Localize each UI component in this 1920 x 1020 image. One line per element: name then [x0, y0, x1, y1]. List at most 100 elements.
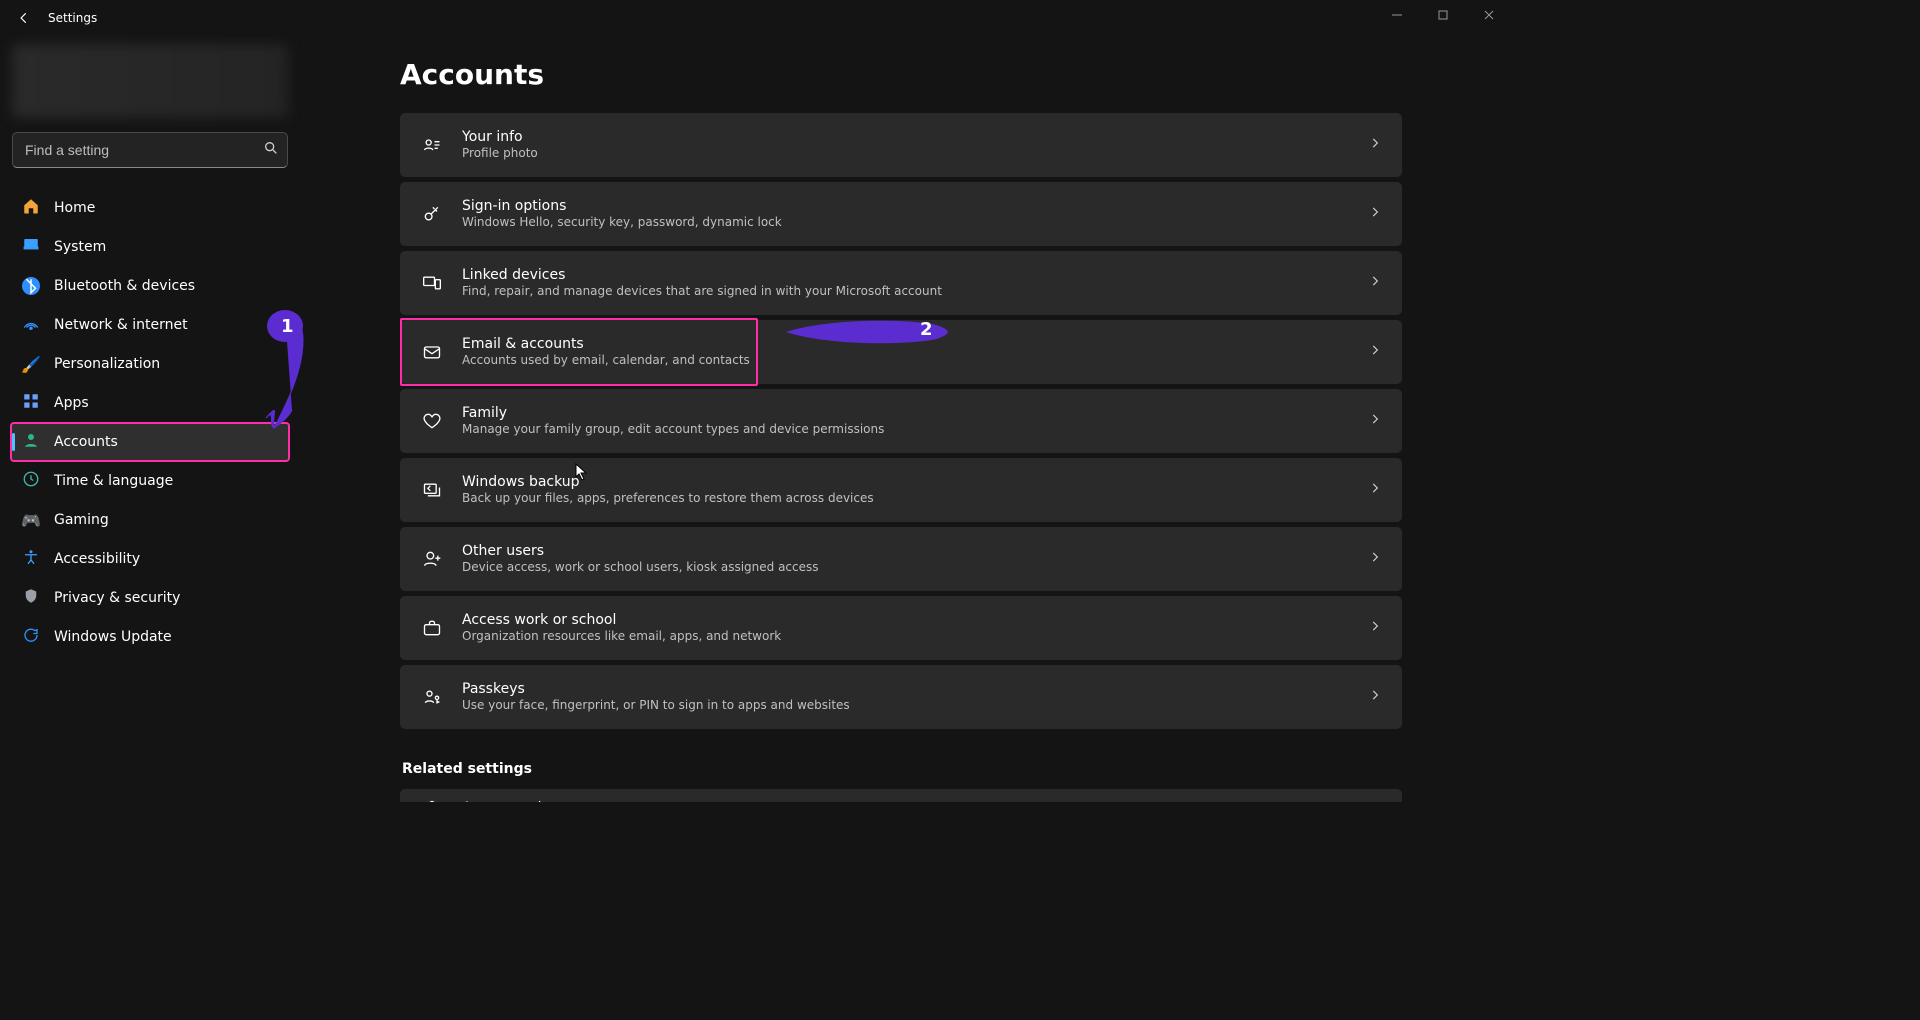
card-subtitle: Back up your files, apps, preferences to… — [462, 491, 874, 506]
nav-item-gaming[interactable]: 🎮 Gaming — [12, 502, 288, 538]
privacy-icon — [22, 589, 40, 607]
network-icon — [22, 316, 40, 334]
search-input[interactable] — [23, 141, 255, 159]
key-icon — [420, 202, 444, 226]
content-area: Accounts Your info Profile photo Sign-in… — [300, 36, 1512, 802]
gaming-icon: 🎮 — [22, 511, 40, 529]
nav-item-label: Accounts — [54, 434, 118, 450]
nav-item-label: Gaming — [54, 512, 109, 528]
nav-item-personalization[interactable]: 🖌️ Personalization — [12, 346, 288, 382]
card-subtitle: Profile photo — [462, 146, 538, 161]
card-subtitle: Organization resources like email, apps,… — [462, 629, 781, 644]
nav-item-accessibility[interactable]: Accessibility — [12, 541, 288, 577]
card-title: Sign-in options — [462, 198, 782, 216]
nav-item-label: Network & internet — [54, 317, 188, 333]
card-title: Windows backup — [462, 474, 874, 492]
backup-icon — [420, 478, 444, 502]
close-button[interactable] — [1466, 0, 1512, 30]
user-account-header[interactable] — [12, 44, 288, 118]
passkey-icon — [420, 685, 444, 709]
chevron-right-icon — [1368, 136, 1382, 154]
chevron-right-icon — [1368, 619, 1382, 637]
nav-item-apps[interactable]: Apps — [12, 385, 288, 421]
nav-item-label: Windows Update — [54, 629, 172, 645]
chevron-right-icon — [1368, 274, 1382, 292]
card-subtitle: Accounts used by email, calendar, and co… — [462, 353, 750, 368]
accessibility-icon — [22, 550, 40, 568]
card-title: Access work or school — [462, 612, 781, 630]
card-title: Passkeys — [462, 681, 850, 699]
card-work[interactable]: Access work or school Organization resou… — [400, 596, 1402, 660]
card-other[interactable]: Other users Device access, work or schoo… — [400, 527, 1402, 591]
nav-item-network[interactable]: Network & internet — [12, 307, 288, 343]
user-plus-icon — [420, 547, 444, 571]
card-subtitle: Find, repair, and manage devices that ar… — [462, 284, 942, 299]
nav-item-privacy[interactable]: Privacy & security — [12, 580, 288, 616]
nav-item-home[interactable]: Home — [12, 190, 288, 226]
devices-icon — [420, 271, 444, 295]
card-passkeys[interactable]: Passkeys Use your face, fingerprint, or … — [400, 665, 1402, 729]
nav-item-label: Bluetooth & devices — [54, 278, 195, 294]
card-email[interactable]: Email & accounts Accounts used by email,… — [400, 320, 1402, 384]
card-title: Email & accounts — [462, 336, 750, 354]
related-settings-heading: Related settings — [402, 761, 1402, 777]
chevron-right-icon — [1368, 412, 1382, 430]
card-backup[interactable]: Windows backup Back up your files, apps,… — [400, 458, 1402, 522]
briefcase-icon — [420, 616, 444, 640]
nav-item-label: Accessibility — [54, 551, 140, 567]
bluetooth-icon — [22, 277, 40, 295]
nav-item-label: Privacy & security — [54, 590, 180, 606]
card-subtitle: Use your face, fingerprint, or PIN to si… — [462, 698, 850, 713]
nav-item-update[interactable]: Windows Update — [12, 619, 288, 655]
card-account-privacy[interactable]: Account privacy — [400, 789, 1402, 802]
chevron-right-icon — [1368, 343, 1382, 361]
mail-icon — [420, 340, 444, 364]
nav-item-label: Personalization — [54, 356, 160, 372]
annotation-number-1: 1 — [281, 316, 294, 337]
card-signin[interactable]: Sign-in options Windows Hello, security … — [400, 182, 1402, 246]
chevron-right-icon — [1368, 550, 1382, 568]
nav-item-label: Time & language — [54, 473, 173, 489]
system-icon — [22, 238, 40, 256]
page-title: Accounts — [400, 58, 1402, 91]
card-title: Linked devices — [462, 267, 942, 285]
maximize-button[interactable] — [1420, 0, 1466, 30]
personalization-icon: 🖌️ — [22, 355, 40, 373]
nav-item-label: System — [54, 239, 106, 255]
card-title: Family — [462, 405, 884, 423]
external-link-icon — [1368, 800, 1382, 802]
chevron-right-icon — [1368, 688, 1382, 706]
accounts-icon — [22, 433, 40, 451]
titlebar: Settings — [0, 0, 1512, 36]
card-your-info[interactable]: Your info Profile photo — [400, 113, 1402, 177]
search-box[interactable] — [12, 132, 288, 168]
card-title: Your info — [462, 129, 538, 147]
minimize-button[interactable] — [1374, 0, 1420, 30]
card-subtitle: Manage your family group, edit account t… — [462, 422, 884, 437]
back-button[interactable] — [8, 2, 40, 34]
search-icon — [263, 140, 279, 160]
annotation-number-2: 2 — [920, 319, 933, 340]
chevron-right-icon — [1368, 481, 1382, 499]
card-linked[interactable]: Linked devices Find, repair, and manage … — [400, 251, 1402, 315]
nav-item-label: Apps — [54, 395, 89, 411]
nav-item-system[interactable]: System — [12, 229, 288, 265]
nav-item-time[interactable]: Time & language — [12, 463, 288, 499]
home-icon — [22, 199, 40, 217]
nav-list: Home System Bluetooth & devices Network … — [12, 190, 288, 655]
heart-icon — [420, 409, 444, 433]
card-title: Account privacy — [462, 800, 574, 802]
card-title: Other users — [462, 543, 819, 561]
nav-item-bluetooth[interactable]: Bluetooth & devices — [12, 268, 288, 304]
user-card-icon — [420, 133, 444, 157]
update-icon — [22, 628, 40, 646]
card-subtitle: Device access, work or school users, kio… — [462, 560, 819, 575]
card-subtitle: Windows Hello, security key, password, d… — [462, 215, 782, 230]
nav-item-accounts[interactable]: Accounts — [12, 424, 288, 460]
sidebar: Home System Bluetooth & devices Network … — [0, 36, 300, 802]
window-controls — [1374, 0, 1512, 36]
window-title: Settings — [48, 11, 97, 25]
settings-cards: Your info Profile photo Sign-in options … — [400, 113, 1402, 729]
card-family[interactable]: Family Manage your family group, edit ac… — [400, 389, 1402, 453]
chevron-right-icon — [1368, 205, 1382, 223]
